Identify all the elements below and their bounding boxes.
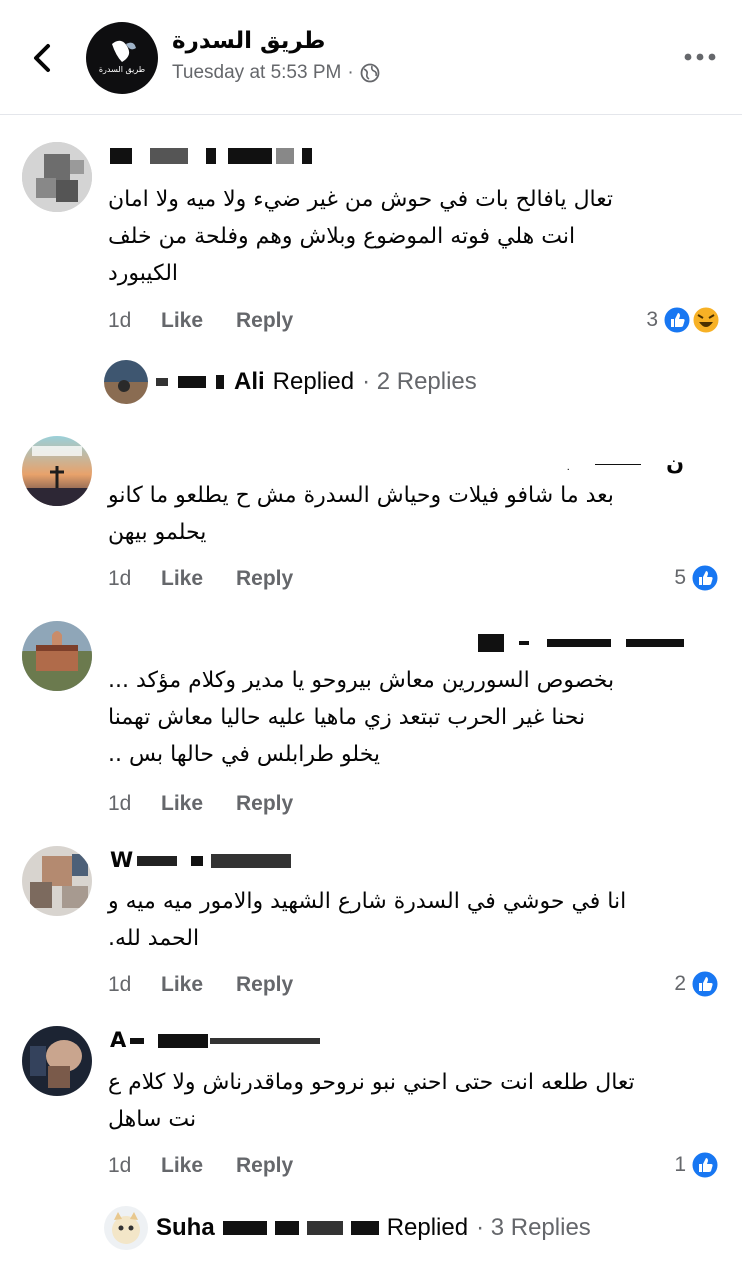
replies-count: · 3 Replies bbox=[476, 1214, 591, 1241]
avatar-image bbox=[22, 846, 92, 916]
avatar-image bbox=[22, 1026, 92, 1096]
reaction-summary[interactable]: 3 bbox=[646, 305, 720, 335]
avatar-image bbox=[22, 142, 92, 212]
post-timestamp[interactable]: Tuesday at 5:53 PM bbox=[172, 62, 341, 84]
commenter-name[interactable]: A bbox=[110, 1028, 321, 1052]
reply-button[interactable]: Reply bbox=[236, 1154, 293, 1178]
like-button[interactable]: Like bbox=[161, 1154, 203, 1178]
like-icon bbox=[690, 969, 720, 999]
post-header: طريق السدرة طريق السدرة Tuesday at 5:53 … bbox=[0, 0, 742, 115]
replied-label: Replied bbox=[386, 1214, 469, 1241]
like-icon bbox=[690, 563, 720, 593]
page-avatar[interactable]: طريق السدرة bbox=[86, 22, 158, 94]
reply-button[interactable]: Reply bbox=[236, 973, 293, 997]
comment-text: انا في حوشي في السدرة شارع الشهيد والامو… bbox=[108, 889, 627, 951]
avatar-image bbox=[22, 436, 92, 506]
reply-button[interactable]: Reply bbox=[236, 792, 293, 816]
like-icon bbox=[662, 305, 720, 335]
haha-icon bbox=[691, 305, 720, 335]
like-button[interactable]: Like bbox=[161, 973, 203, 997]
like-button[interactable]: Like bbox=[161, 309, 203, 333]
commenter-avatar[interactable] bbox=[22, 436, 92, 506]
reply-button[interactable]: Reply bbox=[236, 309, 293, 333]
replies-count: · 2 Replies bbox=[362, 368, 477, 395]
commenter-name[interactable]: . ن bbox=[567, 451, 684, 475]
view-replies-link[interactable]: Ali Replied · 2 Replies bbox=[104, 360, 477, 404]
reaction-summary[interactable]: 2 bbox=[674, 969, 720, 999]
replier-avatar bbox=[104, 1206, 148, 1250]
like-button[interactable]: Like bbox=[161, 567, 203, 591]
commenter-name[interactable]: W bbox=[110, 848, 292, 872]
comment-time[interactable]: 1d bbox=[108, 309, 131, 333]
page-logo-text: طريق السدرة bbox=[98, 65, 146, 74]
comment-time[interactable]: 1d bbox=[108, 792, 131, 816]
page-name[interactable]: طريق السدرة bbox=[172, 28, 325, 54]
commenter-avatar[interactable] bbox=[22, 846, 92, 916]
commenter-avatar[interactable] bbox=[22, 621, 92, 691]
like-button[interactable]: Like bbox=[161, 792, 203, 816]
more-options-icon[interactable] bbox=[682, 46, 718, 68]
view-replies-link[interactable]: Suha Replied · 3 Replies bbox=[104, 1206, 591, 1250]
like-icon bbox=[690, 1150, 720, 1180]
globe-icon bbox=[360, 63, 380, 83]
comment-time[interactable]: 1d bbox=[108, 973, 131, 997]
replied-label: Replied bbox=[272, 368, 355, 395]
comment-time[interactable]: 1d bbox=[108, 1154, 131, 1178]
reaction-count: 2 bbox=[674, 972, 686, 995]
reaction-count: 1 bbox=[674, 1153, 686, 1176]
reaction-summary[interactable]: 5 bbox=[674, 563, 720, 593]
reaction-count: 5 bbox=[674, 566, 686, 589]
reply-button[interactable]: Reply bbox=[236, 567, 293, 591]
page-logo-icon bbox=[112, 40, 136, 62]
commenter-avatar[interactable] bbox=[22, 1026, 92, 1096]
reaction-summary[interactable]: 1 bbox=[674, 1150, 720, 1180]
comment-text: بخصوص السوررين معاش بيروحو يا مدير وكلام… bbox=[108, 668, 615, 767]
commenter-name[interactable] bbox=[478, 630, 684, 654]
comment-text: تعال يافالح بات في حوش من غير ضيء ولا مي… bbox=[108, 187, 614, 286]
back-arrow-icon[interactable] bbox=[26, 40, 60, 76]
comment-time[interactable]: 1d bbox=[108, 567, 131, 591]
commenter-name[interactable] bbox=[110, 143, 312, 167]
post-meta: Tuesday at 5:53 PM · bbox=[172, 62, 380, 84]
avatar-image bbox=[22, 621, 92, 691]
commenter-avatar[interactable] bbox=[22, 142, 92, 212]
comment-text: تعال طلعه انت حتى احني نبو نروحو وماقدرن… bbox=[108, 1070, 635, 1132]
replier-avatar bbox=[104, 360, 148, 404]
reaction-count: 3 bbox=[646, 308, 658, 331]
replier-name: Ali bbox=[234, 368, 265, 395]
comment-text: بعد ما شافو فيلات وحياش السدرة مش ح يطلع… bbox=[108, 483, 614, 545]
replier-name: Suha bbox=[156, 1214, 215, 1241]
meta-separator: · bbox=[347, 62, 354, 83]
